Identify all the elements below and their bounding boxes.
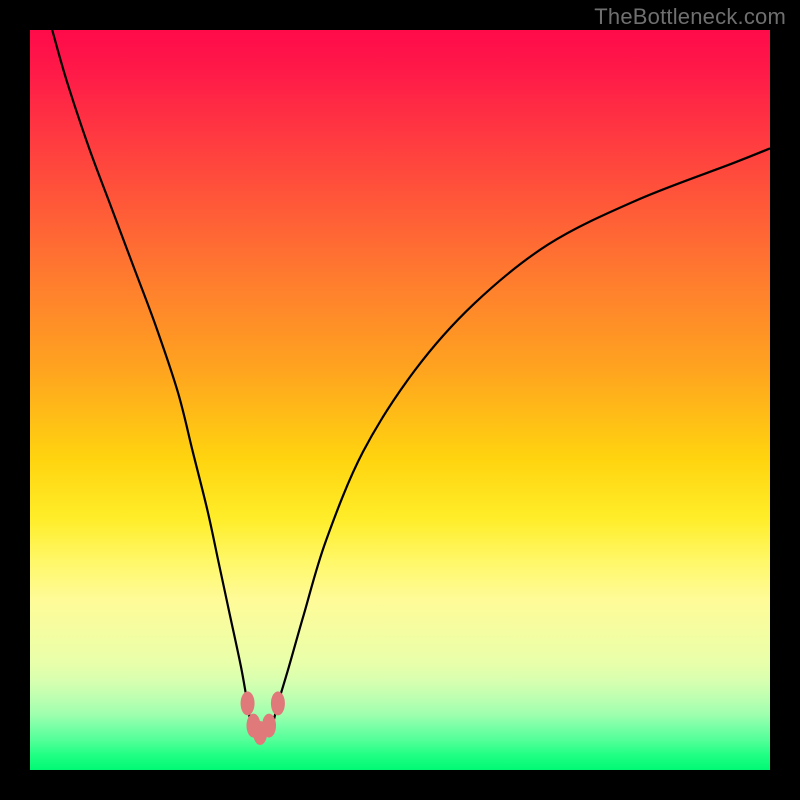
min-band-4 — [262, 714, 276, 738]
min-band-markers — [241, 691, 285, 745]
plot-area — [30, 30, 770, 770]
bottleneck-curve — [52, 30, 770, 737]
min-band-1 — [241, 691, 255, 715]
curve-layer — [30, 30, 770, 770]
chart-frame: TheBottleneck.com — [0, 0, 800, 800]
min-band-5 — [271, 691, 285, 715]
watermark-text: TheBottleneck.com — [594, 4, 786, 30]
